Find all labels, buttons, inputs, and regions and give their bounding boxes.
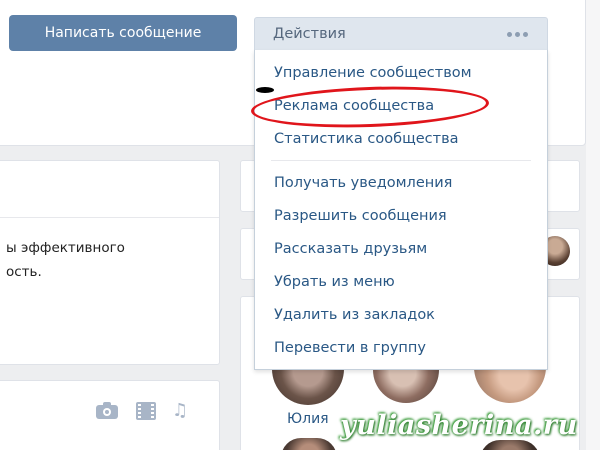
post-text-line: ость. [6,264,42,280]
menu-item-remove-bookmark[interactable]: Удалить из закладок [274,305,435,325]
actions-button[interactable]: Действия [254,17,548,51]
menu-separator [271,160,531,161]
member-name[interactable]: Юлия [287,411,329,427]
post-text: ы эффективного ость. [6,236,125,284]
more-dots-icon [507,32,533,38]
actions-label: Действия [273,26,346,42]
scrollbar[interactable] [586,0,600,450]
video-icon[interactable] [136,402,156,420]
write-message-button[interactable]: Написать сообщение [9,15,237,51]
music-icon[interactable]: ♫ [172,402,188,420]
post-divider [0,217,219,218]
watermark: yuliasherina.ru [340,410,578,441]
menu-item-manage-community[interactable]: Управление сообществом [274,63,472,83]
post-text-line: ы эффективного [6,240,125,256]
menu-item-notifications[interactable]: Получать уведомления [274,173,452,193]
menu-item-community-stats[interactable]: Статистика сообщества [274,129,459,149]
menu-item-remove-from-menu[interactable]: Убрать из меню [274,272,395,292]
camera-icon[interactable] [96,402,118,419]
menu-item-tell-friends[interactable]: Рассказать друзьям [274,239,427,259]
menu-item-convert-to-group[interactable]: Перевести в группу [274,338,426,358]
menu-item-allow-messages[interactable]: Разрешить сообщения [274,206,447,226]
pen-mark [256,87,274,93]
